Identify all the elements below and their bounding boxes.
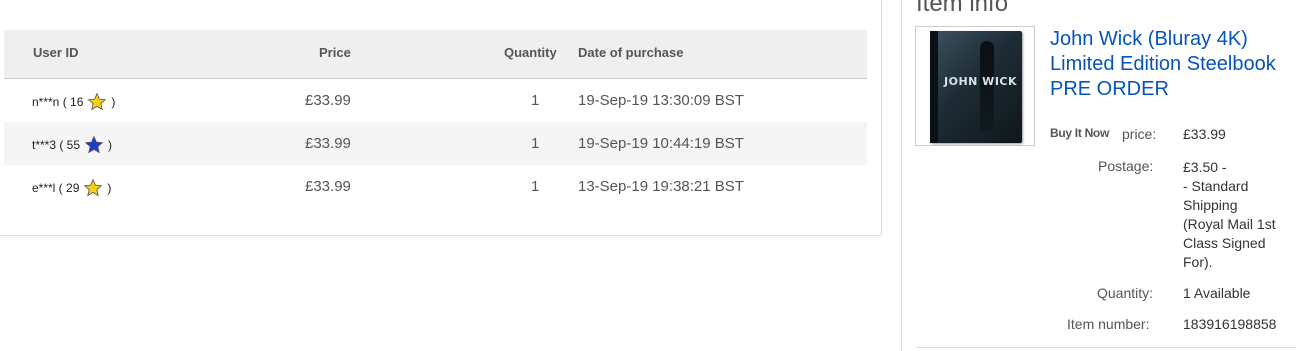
user-id-cell: e***l ( 29 ) (32, 178, 111, 198)
price-cell: £33.99 (305, 178, 351, 195)
feedback-star-icon[interactable] (87, 92, 107, 112)
user-id-link[interactable]: n***n ( 16 (32, 95, 83, 109)
feedback-star-icon[interactable] (84, 135, 104, 155)
table-header: User ID Price Quantity Date of purchase (4, 30, 867, 79)
user-id-link[interactable]: t***3 ( 55 (32, 138, 80, 152)
header-quantity[interactable]: Quantity (504, 45, 557, 60)
user-id-cell: t***3 ( 55 ) (32, 135, 112, 155)
user-id-close: ) (108, 138, 113, 152)
header-date[interactable]: Date of purchase (578, 45, 683, 60)
sidebar-divider (901, 0, 902, 351)
header-price[interactable]: Price (319, 45, 351, 60)
buy-it-now-label: Buy It Now (1050, 126, 1109, 140)
postage-line: (Royal Mail 1st (1183, 216, 1276, 232)
item-thumbnail[interactable]: JOHN WICK (915, 26, 1035, 146)
price-cell: £33.99 (305, 92, 351, 109)
postage-value: £3.50 - - Standard Shipping (Royal Mail … (1183, 158, 1276, 272)
divider (916, 347, 1296, 348)
quantity-cell: 1 (531, 92, 540, 109)
postage-line: For). (1183, 254, 1213, 270)
user-id-cell: n***n ( 16 ) (32, 92, 115, 112)
quantity-cell: 1 (531, 178, 540, 195)
user-id-close: ) (107, 181, 112, 195)
item-title-link[interactable]: John Wick (Bluray 4K) Limited Edition St… (1050, 27, 1302, 102)
table-row: e***l ( 29 ) £33.99 1 13-Sep-19 19:38:21… (4, 165, 867, 208)
postage-line: - Standard (1183, 178, 1249, 194)
item-number-value: 183916198858 (1183, 316, 1277, 332)
price-cell: £33.99 (305, 135, 351, 152)
table-row: n***n ( 16 ) £33.99 1 19-Sep-19 13:30:09… (4, 79, 867, 122)
postage-line: Class Signed (1183, 235, 1266, 251)
steelbook-image: JOHN WICK (930, 31, 1022, 143)
thumbnail-logo-text: JOHN WICK (944, 75, 1018, 88)
price-value: £33.99 (1183, 126, 1226, 142)
user-id-link[interactable]: e***l ( 29 (32, 181, 79, 195)
quantity-value: 1 Available (1183, 285, 1251, 301)
price-label: price: (1122, 126, 1157, 142)
feedback-star-icon[interactable] (83, 178, 103, 198)
postage-line: £3.50 - (1183, 159, 1227, 175)
quantity-cell: 1 (531, 135, 540, 152)
quantity-label: Quantity: (1097, 285, 1154, 301)
header-user-id[interactable]: User ID (33, 45, 79, 60)
item-number-label: Item number: (1067, 316, 1150, 332)
date-cell: 19-Sep-19 10:44:19 BST (578, 135, 744, 152)
date-cell: 19-Sep-19 13:30:09 BST (578, 92, 744, 109)
postage-label: Postage: (1098, 158, 1154, 174)
user-id-close: ) (111, 95, 116, 109)
table-row: t***3 ( 55 ) £33.99 1 19-Sep-19 10:44:19… (4, 122, 867, 165)
date-cell: 13-Sep-19 19:38:21 BST (578, 178, 744, 195)
postage-line: Shipping (1183, 197, 1238, 213)
item-info-heading: Item info (916, 0, 1009, 17)
steelbook-spine (930, 31, 938, 143)
